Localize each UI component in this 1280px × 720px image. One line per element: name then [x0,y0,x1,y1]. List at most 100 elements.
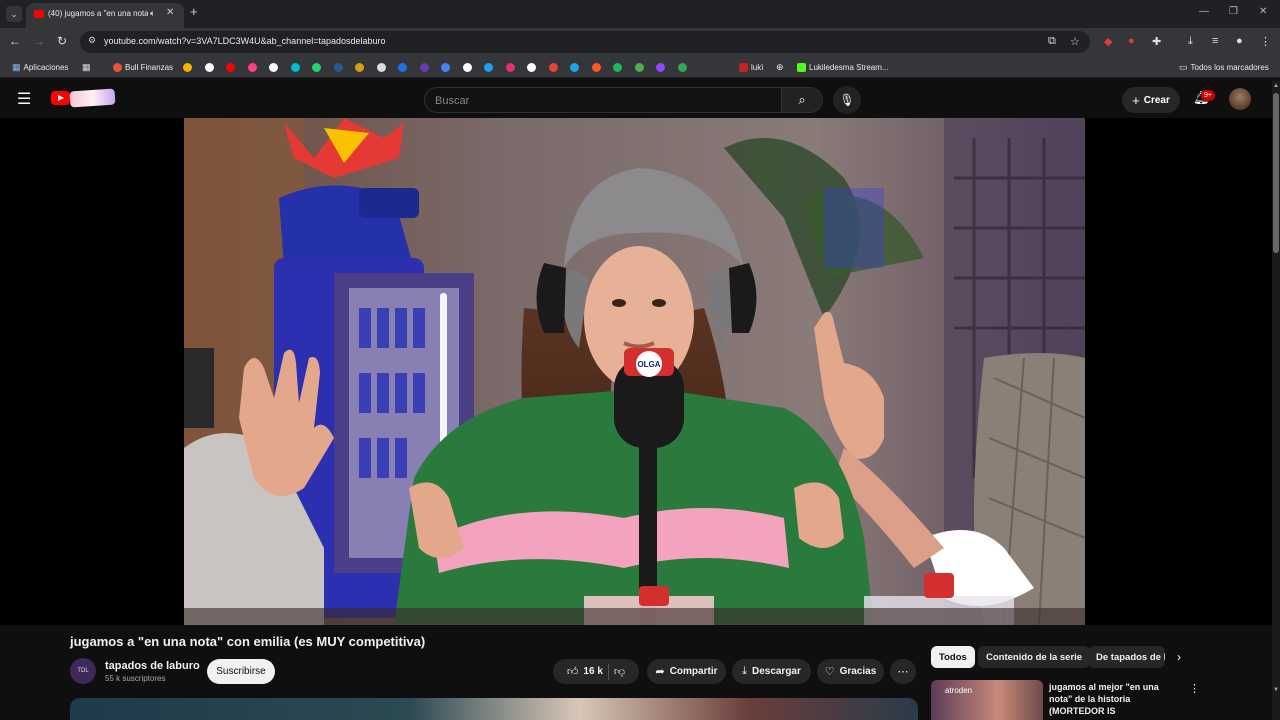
bookmark-site-icon[interactable] [290,61,300,73]
bookmark-site-icon[interactable] [505,61,515,73]
site-info-icon[interactable]: ⚙︎ [88,35,96,46]
tab-search-chevron-icon[interactable]: ⌄ [6,6,22,22]
bookmark-site-icon[interactable] [204,61,214,73]
search-input[interactable] [435,92,765,109]
bookmark-bull-finanzas[interactable]: Bull Finanzas [113,61,173,73]
youtube-doodle-logo[interactable] [69,88,116,108]
forward-arrow-icon[interactable]: → [33,34,45,48]
bookmark-site-icon[interactable] [634,61,644,73]
subscribe-button[interactable]: Suscribirse [207,659,275,684]
bookmark-site-icon[interactable] [441,61,450,73]
chevron-right-icon[interactable]: › [1177,650,1181,664]
reload-icon[interactable]: ↻ [57,34,67,48]
site-favicon-icon [226,62,235,72]
user-avatar[interactable] [1229,88,1251,110]
restore-icon[interactable]: ❐ [1229,6,1238,17]
chip-series-content[interactable]: Contenido de la serie [978,646,1091,668]
thanks-button[interactable]: ♡ Gracias [817,659,884,684]
bookmark-site-icon[interactable] [376,61,386,73]
extension-red-icon[interactable]: ◆ [1104,35,1112,48]
bookmark-site-icon[interactable] [656,61,665,73]
super-thanks-icon: ♡ [824,666,835,678]
url-text[interactable]: youtube.com/watch?v=3VA7LDC3W4U&ab_chann… [104,36,386,46]
site-favicon-icon [376,62,386,72]
media-controls-icon[interactable]: ≡ [1212,35,1218,47]
bookmark-site-icon[interactable] [333,61,343,73]
bookmark-site-icon[interactable] [462,61,472,73]
description-preview[interactable] [70,698,918,720]
youtube-logo[interactable] [51,91,70,105]
hamburger-menu-icon[interactable]: ☰ [17,89,31,109]
chrome-menu-icon[interactable]: ⋮ [1260,35,1271,48]
channel-name[interactable]: tapados de laburo [105,660,200,672]
more-vert-icon[interactable]: ⋮ [1189,682,1200,695]
video-player[interactable]: OLGA [0,118,1272,625]
tab-close-icon[interactable]: ✕ [166,7,174,18]
download-icon[interactable]: ⤓ [1188,35,1193,48]
extension-record-icon[interactable]: ● [1128,35,1135,47]
speaker-icon[interactable]: 🔈︎ [150,8,155,19]
bookmark-site-icon[interactable] [548,61,558,73]
like-dislike-group: 👍︎ 16 k 👎︎ [553,659,639,684]
like-thumb-icon[interactable]: 👍︎ [567,665,579,678]
window-close-icon[interactable]: ✕ [1259,6,1267,17]
browser-tab-active[interactable]: (40) jugamos a "en una nota" con emilia … [26,3,184,28]
site-favicon-icon [484,62,493,72]
create-button[interactable]: + Crear [1122,87,1180,113]
bookmark-site-icon[interactable] [591,61,601,73]
bookmark-site-icon[interactable] [570,61,579,73]
bookmark-site-icon[interactable] [355,61,364,73]
address-bar[interactable]: ⚙︎ youtube.com/watch?v=3VA7LDC3W4U&ab_ch… [80,31,1090,53]
bookmark-lukiledesma[interactable]: Lukiledesma Stream... [797,61,889,73]
dislike-thumb-icon[interactable]: 👎︎ [614,665,625,678]
notification-count-badge: 9+ [1201,90,1215,101]
more-actions-button[interactable]: ⋯ [890,659,916,684]
bookmark-site-icon[interactable] [226,61,235,73]
search-button[interactable]: ⌕ [781,87,823,113]
bookmark-grid-icon[interactable]: ▦ [82,61,91,73]
bookmark-luki[interactable]: lukì [739,61,763,73]
bookmark-site-icon[interactable] [527,61,536,73]
bookmark-site-icon[interactable] [677,61,687,73]
page-scrollbar[interactable]: ▲ ▼ [1272,81,1280,720]
bookmark-apps[interactable]: ▦ Aplicaciones [12,61,68,73]
bookmark-site-icon[interactable] [613,61,622,73]
all-bookmarks-folder[interactable]: ▭ Todos los marcadores [1179,61,1269,73]
share-button[interactable]: ➦ Compartir [647,659,726,684]
scroll-up-icon[interactable]: ▲ [1272,83,1280,89]
back-arrow-icon[interactable]: ← [9,34,21,48]
site-favicon-icon [505,62,515,72]
chip-from-channel[interactable]: De tapados de laburo [1088,646,1165,668]
install-app-icon[interactable]: ⧉ [1048,35,1056,48]
site-favicon-icon [591,62,601,72]
bookmarks-bar: ▦ Aplicaciones ▦ Bull Finanzas lukì ⊕ Lu… [0,56,1280,78]
browser-tab-strip: ⌄ (40) jugamos a "en una nota" con emili… [0,0,1280,28]
bookmark-site-icon[interactable] [398,61,407,73]
recommendation-title[interactable]: jugamos al mejor "en una nota" de la his… [1049,681,1181,717]
bookmark-star-icon[interactable]: ☆ [1070,35,1080,48]
channel-avatar[interactable]: TDL [70,658,96,684]
site-favicon-icon [269,62,278,72]
bookmark-site-icon[interactable] [183,61,192,73]
site-favicon-icon [312,62,321,72]
recommendation-thumbnail[interactable]: atroden [931,680,1043,720]
new-tab-plus-icon[interactable]: + [190,5,198,19]
minimize-icon[interactable]: — [1199,6,1209,17]
chip-all[interactable]: Todos [931,646,975,668]
voice-search-button[interactable]: 🎙︎ [833,86,861,114]
scroll-down-icon[interactable]: ▼ [1272,687,1280,693]
extensions-puzzle-icon[interactable]: ✚ [1152,35,1161,48]
create-label: Crear [1143,94,1170,106]
profile-icon[interactable]: ● [1236,35,1243,47]
like-count[interactable]: 16 k [583,666,602,677]
bookmark-site-icon[interactable] [419,61,429,73]
video-frame[interactable]: OLGA [184,118,1085,625]
site-favicon-icon [183,62,192,72]
bookmark-site-icon[interactable] [484,61,493,73]
bookmark-globe[interactable]: ⊕ [776,61,784,73]
scrollbar-thumb[interactable] [1273,93,1279,253]
bookmark-site-icon[interactable] [312,61,321,73]
download-button[interactable]: ⤓ Descargar [732,659,811,684]
bookmark-site-icon[interactable] [247,61,257,73]
bookmark-site-icon[interactable] [269,61,278,73]
